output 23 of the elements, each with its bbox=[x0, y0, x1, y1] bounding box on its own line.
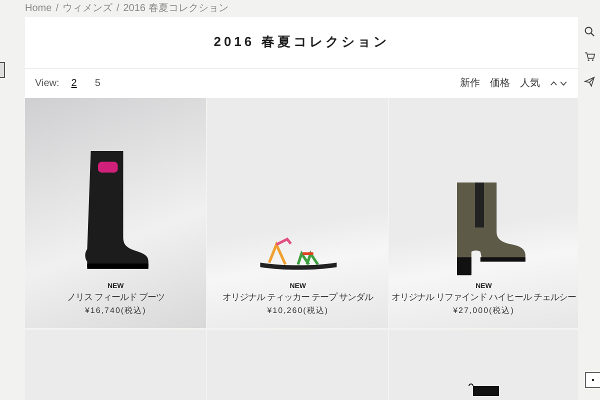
sort-option[interactable]: 新作 bbox=[460, 76, 480, 90]
breadcrumb-separator: / bbox=[116, 2, 120, 14]
product-price: ¥10,260(税込) bbox=[267, 305, 328, 316]
product-name: ノリス フィールド ブーツ bbox=[66, 292, 164, 303]
product-name: オリジナル ティッカー テープ サンダル bbox=[222, 292, 374, 303]
page-title: 2016 春夏コレクション bbox=[214, 33, 390, 52]
bag-drawing bbox=[468, 383, 500, 396]
view-option[interactable]: 2 bbox=[71, 78, 77, 89]
view-label: View: bbox=[35, 78, 60, 89]
search-icon[interactable] bbox=[584, 26, 594, 37]
product-name: オリジナル リファインド ハイヒール チェルシー bbox=[391, 292, 576, 303]
cart-icon[interactable] bbox=[584, 51, 594, 62]
paper-plane-icon[interactable] bbox=[584, 76, 594, 87]
breadcrumb-separator: / bbox=[56, 2, 58, 14]
view-option[interactable]: 5 bbox=[94, 78, 100, 89]
side-tab[interactable] bbox=[0, 62, 5, 78]
product-card[interactable] bbox=[389, 330, 578, 400]
product-price: ¥27,000(税込) bbox=[453, 305, 514, 316]
product-price: ¥16,740(税込) bbox=[84, 305, 146, 316]
sort-option[interactable]: 人気 bbox=[520, 76, 540, 90]
sort-option[interactable]: 価格 bbox=[490, 76, 510, 90]
back-to-top-button[interactable] bbox=[585, 372, 600, 388]
sort-arrows-icon[interactable] bbox=[550, 80, 568, 87]
